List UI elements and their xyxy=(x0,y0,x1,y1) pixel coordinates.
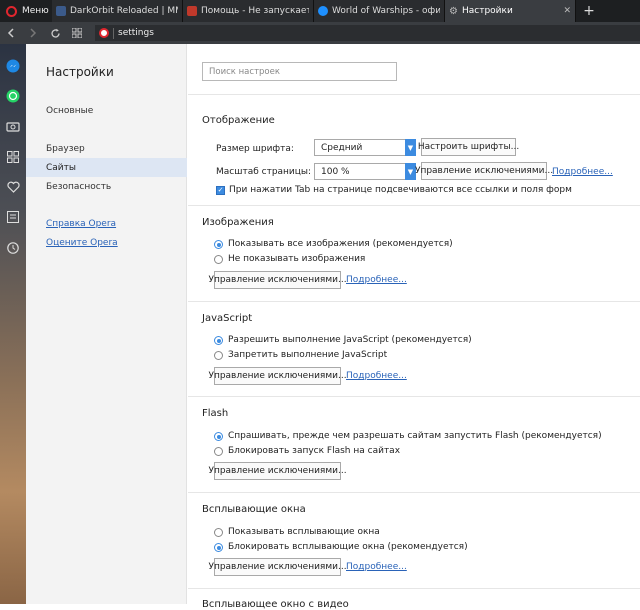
display-section-title: Отображение xyxy=(202,115,275,126)
show-images-radio[interactable] xyxy=(214,240,223,249)
block-flash-label: Блокировать запуск Flash на сайтах xyxy=(228,446,401,456)
tab-title: World of Warships - офиц xyxy=(332,6,440,16)
js-exceptions-button[interactable]: Управление исключениями... xyxy=(208,367,347,385)
opera-page-icon xyxy=(99,28,109,38)
opera-help-link[interactable]: Справка Opera xyxy=(46,219,116,229)
tab-title: DarkOrbit Reloaded | MMO xyxy=(70,6,178,16)
menu-label: Меню xyxy=(22,6,49,16)
javascript-section-title: JavaScript xyxy=(202,313,253,324)
font-size-label: Размер шрифта: xyxy=(216,144,294,154)
allow-js-label: Разрешить выполнение JavaScript (рекомен… xyxy=(228,335,472,345)
zoom-value: 100 % xyxy=(321,166,350,177)
popups-more-link[interactable]: Подробнее... xyxy=(346,562,407,572)
whatsapp-icon[interactable] xyxy=(3,86,23,106)
settings-nav: Настройки Основные Браузер Сайты Безопас… xyxy=(26,44,187,604)
nav-item-sites[interactable]: Сайты xyxy=(26,158,187,177)
popups-exceptions-button[interactable]: Управление исключениями... xyxy=(208,558,347,576)
speed-dial-icon[interactable] xyxy=(3,147,23,167)
darkorbit-favicon-icon xyxy=(56,6,66,16)
tab-world-of-warships[interactable]: World of Warships - офиц xyxy=(314,0,445,22)
zoom-select[interactable]: 100 % ▼ xyxy=(314,163,416,180)
chevron-down-icon: ▼ xyxy=(405,139,416,156)
history-clock-icon[interactable] xyxy=(3,238,23,258)
divider xyxy=(188,301,640,302)
gear-icon: ⚙ xyxy=(449,5,458,17)
rate-opera-link[interactable]: Оцените Opera xyxy=(46,238,118,248)
close-tab-icon[interactable]: ✕ xyxy=(561,6,571,16)
new-tab-button[interactable]: + xyxy=(576,0,602,22)
forward-button[interactable] xyxy=(22,22,44,44)
hide-images-label: Не показывать изображения xyxy=(228,254,366,264)
tab-title: Настройки xyxy=(461,6,513,16)
wows-favicon-icon xyxy=(318,6,328,16)
tab-grid-button[interactable] xyxy=(66,22,88,44)
reload-button[interactable] xyxy=(44,22,66,44)
opera-logo-icon xyxy=(6,5,17,17)
settings-content: Отображение Размер шрифта: Средний ▼ Нас… xyxy=(188,44,640,610)
divider xyxy=(188,588,640,589)
grid-icon xyxy=(72,28,82,38)
zoom-exceptions-button[interactable]: Управление исключениями... xyxy=(415,162,553,180)
settings-title: Настройки xyxy=(46,65,114,79)
block-js-label: Запретить выполнение JavaScript xyxy=(228,350,388,360)
divider xyxy=(188,205,640,206)
forward-arrow-icon xyxy=(30,28,37,38)
address-bar[interactable]: settings xyxy=(95,25,640,41)
help-favicon-icon xyxy=(187,6,197,16)
popups-section-title: Всплывающие окна xyxy=(202,504,306,515)
reload-icon xyxy=(50,28,60,38)
messenger-icon[interactable] xyxy=(3,56,23,76)
video-popup-section-title: Всплывающее окно с видео xyxy=(202,599,349,610)
tab-bar: Меню DarkOrbit Reloaded | MMO Помощь - Н… xyxy=(0,0,640,22)
block-flash-radio[interactable] xyxy=(214,447,223,456)
js-more-link[interactable]: Подробнее... xyxy=(346,371,407,381)
address-separator xyxy=(113,27,114,39)
tab-title: Помощь - Не запускается xyxy=(201,6,309,16)
block-popups-label: Блокировать всплывающие окна (рекомендуе… xyxy=(228,542,468,552)
flash-exceptions-button[interactable]: Управление исключениями... xyxy=(208,462,347,480)
zoom-label: Масштаб страницы: xyxy=(216,167,312,177)
images-exceptions-button[interactable]: Управление исключениями... xyxy=(208,271,347,289)
block-popups-radio[interactable] xyxy=(214,543,223,552)
images-more-link[interactable]: Подробнее... xyxy=(346,275,407,285)
show-images-label: Показывать все изображения (рекомендуетс… xyxy=(228,239,453,249)
hide-images-radio[interactable] xyxy=(214,255,223,264)
allow-js-radio[interactable] xyxy=(214,336,223,345)
font-size-value: Средний xyxy=(321,142,363,153)
tab-help[interactable]: Помощь - Не запускается xyxy=(183,0,314,22)
nav-item-basic[interactable]: Основные xyxy=(26,101,187,120)
show-popups-label: Показывать всплывающие окна xyxy=(228,527,380,537)
zoom-more-link[interactable]: Подробнее... xyxy=(552,167,613,177)
flash-section-title: Flash xyxy=(202,408,229,419)
configure-fonts-button[interactable]: Настроить шрифты... xyxy=(418,138,519,156)
divider xyxy=(188,94,640,95)
address-text: settings xyxy=(118,28,154,38)
heart-icon[interactable] xyxy=(3,177,23,197)
toolbar: settings xyxy=(0,22,640,44)
search-settings-input[interactable] xyxy=(202,62,397,81)
opera-sidebar xyxy=(0,44,26,604)
tab-highlight-checkbox[interactable]: ✓ xyxy=(216,186,225,195)
camera-icon[interactable] xyxy=(3,116,23,136)
show-popups-radio[interactable] xyxy=(214,528,223,537)
block-js-radio[interactable] xyxy=(214,351,223,360)
tab-highlight-label: При нажатии Tab на странице подсвечивают… xyxy=(229,185,572,195)
tab-settings[interactable]: ⚙ Настройки ✕ xyxy=(445,0,576,22)
news-icon[interactable] xyxy=(3,207,23,227)
nav-item-browser[interactable]: Браузер xyxy=(26,139,187,158)
divider xyxy=(188,492,640,493)
tab-darkorbit[interactable]: DarkOrbit Reloaded | MMO xyxy=(52,0,183,22)
images-section-title: Изображения xyxy=(202,217,274,228)
divider xyxy=(188,396,640,397)
nav-item-security[interactable]: Безопасность xyxy=(26,177,187,196)
back-button[interactable] xyxy=(0,22,22,44)
font-size-select[interactable]: Средний ▼ xyxy=(314,139,416,156)
ask-flash-radio[interactable] xyxy=(214,432,223,441)
opera-menu-button[interactable]: Меню xyxy=(0,0,52,22)
back-arrow-icon xyxy=(7,28,14,38)
ask-flash-label: Спрашивать, прежде чем разрешать сайтам … xyxy=(228,431,602,441)
